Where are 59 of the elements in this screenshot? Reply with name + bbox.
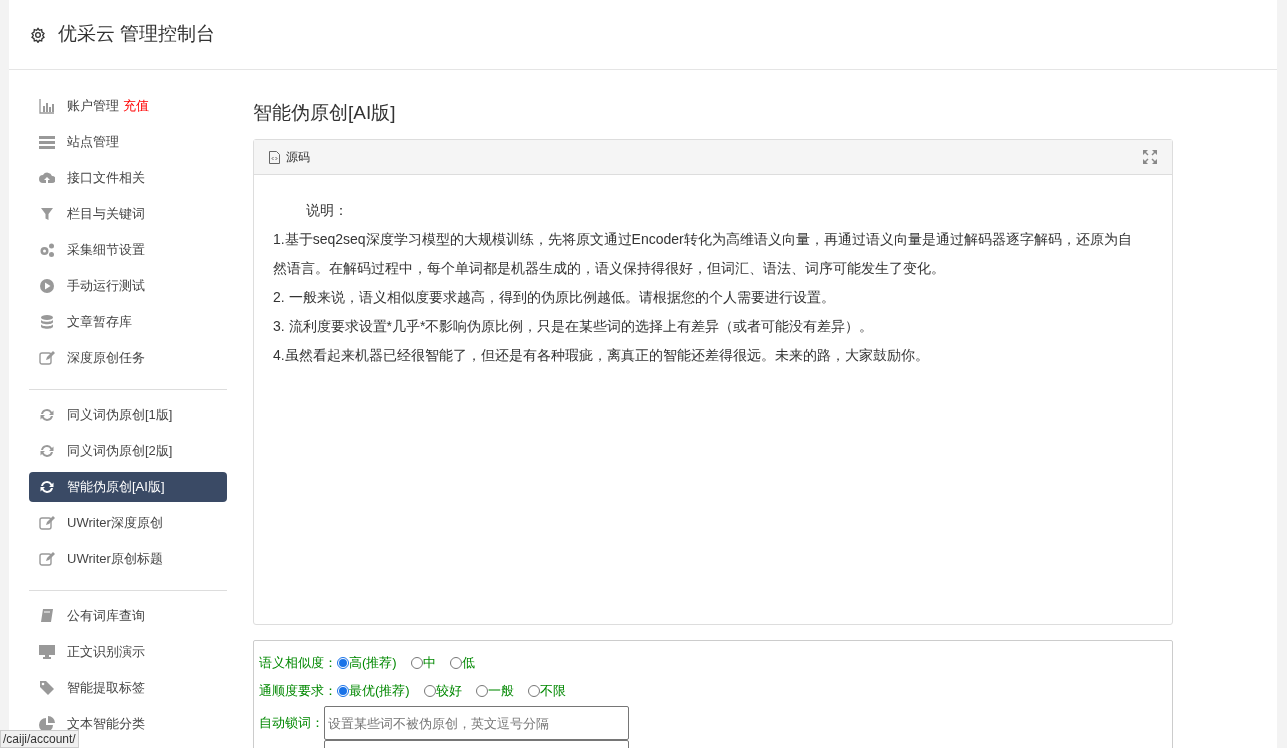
app-title: 优采云 管理控制台 (58, 22, 216, 47)
page-title: 智能伪原创[AI版] (253, 101, 396, 125)
pie-chart-icon (39, 716, 55, 732)
book-icon (39, 608, 55, 624)
sidebar-item[interactable]: 站点管理 (29, 127, 227, 157)
sidebar-item[interactable]: 同义词伪原创[2版] (29, 436, 227, 466)
sidebar-item[interactable]: UWriter深度原创 (29, 508, 227, 538)
sidebar-item[interactable]: 文章暂存库 (29, 307, 227, 337)
cloud-upload-icon (39, 170, 55, 186)
sidebar-item[interactable]: 同义词伪原创[1版] (29, 400, 227, 430)
input-field[interactable]: 设置某些词不被伪原创，英文逗号分隔 (324, 706, 629, 740)
paragraph: 说明： (305, 201, 349, 220)
radio-button[interactable] (337, 657, 349, 669)
play-icon (39, 278, 55, 294)
paragraph: 1.基于seq2seq深度学习模型的大规模训练，先将原文通过Encoder转化为高维语义向量，再通过语义向量是通过解码器逐字解码，还原为自然语言。在解码过程中，每个单词都是机器生成的，语义保持得很好，但词汇、语法、词序可能发生了变化。 (273, 230, 1133, 278)
radio-option[interactable]: 较好 (423, 681, 462, 701)
option-label: 语义相似度： (259, 654, 337, 673)
edit-icon (39, 350, 55, 366)
bar-chart-icon (39, 98, 55, 114)
field-label: 自动锁词： (259, 714, 324, 732)
sidebar-item[interactable]: 智能提取标签 (29, 673, 227, 703)
radio-option[interactable]: 最优(推荐) (337, 681, 410, 701)
sidebar-item[interactable]: 采集细节设置 (29, 235, 227, 265)
radio-option[interactable]: 一般 (475, 681, 514, 701)
sidebar-item[interactable]: 深度原创任务 (29, 343, 227, 373)
paragraph: 2. 一般来说，语义相似度要求越高，得到的伪原比例越低。请根据您的个人需要进行设置。 (273, 288, 836, 307)
monitor-icon (39, 644, 55, 660)
radio-option[interactable]: 低 (449, 653, 475, 673)
database-icon (39, 314, 55, 330)
edit-icon (39, 551, 55, 567)
radio-button[interactable] (337, 685, 349, 697)
server-icon (39, 134, 55, 150)
sidebar-item[interactable]: 智能伪原创[AI版] (29, 472, 227, 502)
gears-icon (39, 242, 55, 258)
status-url: /caiji/account/ (0, 730, 79, 748)
recharge-link[interactable]: 充值 (123, 96, 149, 116)
paragraph: 4.虽然看起来机器已经很智能了，但还是有各种瑕疵，离真正的智能还差得很远。未来的路，大家鼓励你。 (273, 346, 930, 365)
radio-option[interactable]: 中 (410, 653, 436, 673)
radio-option[interactable]: 不限 (527, 681, 566, 701)
edit-icon (39, 515, 55, 531)
code-file-icon (269, 150, 280, 164)
sidebar-item[interactable]: 接口文件相关 (29, 163, 227, 193)
filter-icon (39, 206, 55, 222)
tag-icon (39, 680, 55, 696)
source-tab[interactable]: 源码 (286, 148, 310, 166)
sidebar-item[interactable]: UWriter原创标题 (29, 544, 227, 574)
fullscreen-icon[interactable] (1143, 150, 1157, 164)
sidebar-item[interactable]: 公有词库查询 (29, 601, 227, 631)
radio-option[interactable]: 高(推荐) (337, 653, 397, 673)
sync-icon (39, 407, 55, 423)
option-label: 通顺度要求： (259, 682, 337, 701)
sync-icon (39, 479, 55, 495)
sync-icon (39, 443, 55, 459)
settings-icon (30, 26, 46, 43)
sidebar-item[interactable]: 账户管理 充值 (29, 91, 227, 121)
sidebar-item[interactable]: 栏目与关键词 (29, 199, 227, 229)
sidebar-item[interactable]: 正文识别演示 (29, 637, 227, 667)
sidebar-item[interactable]: 手动运行测试 (29, 271, 227, 301)
paragraph: 3. 流利度要求设置*几乎*不影响伪原比例，只是在某些词的选择上有差异（或者可能没有差异）。 (273, 317, 875, 336)
